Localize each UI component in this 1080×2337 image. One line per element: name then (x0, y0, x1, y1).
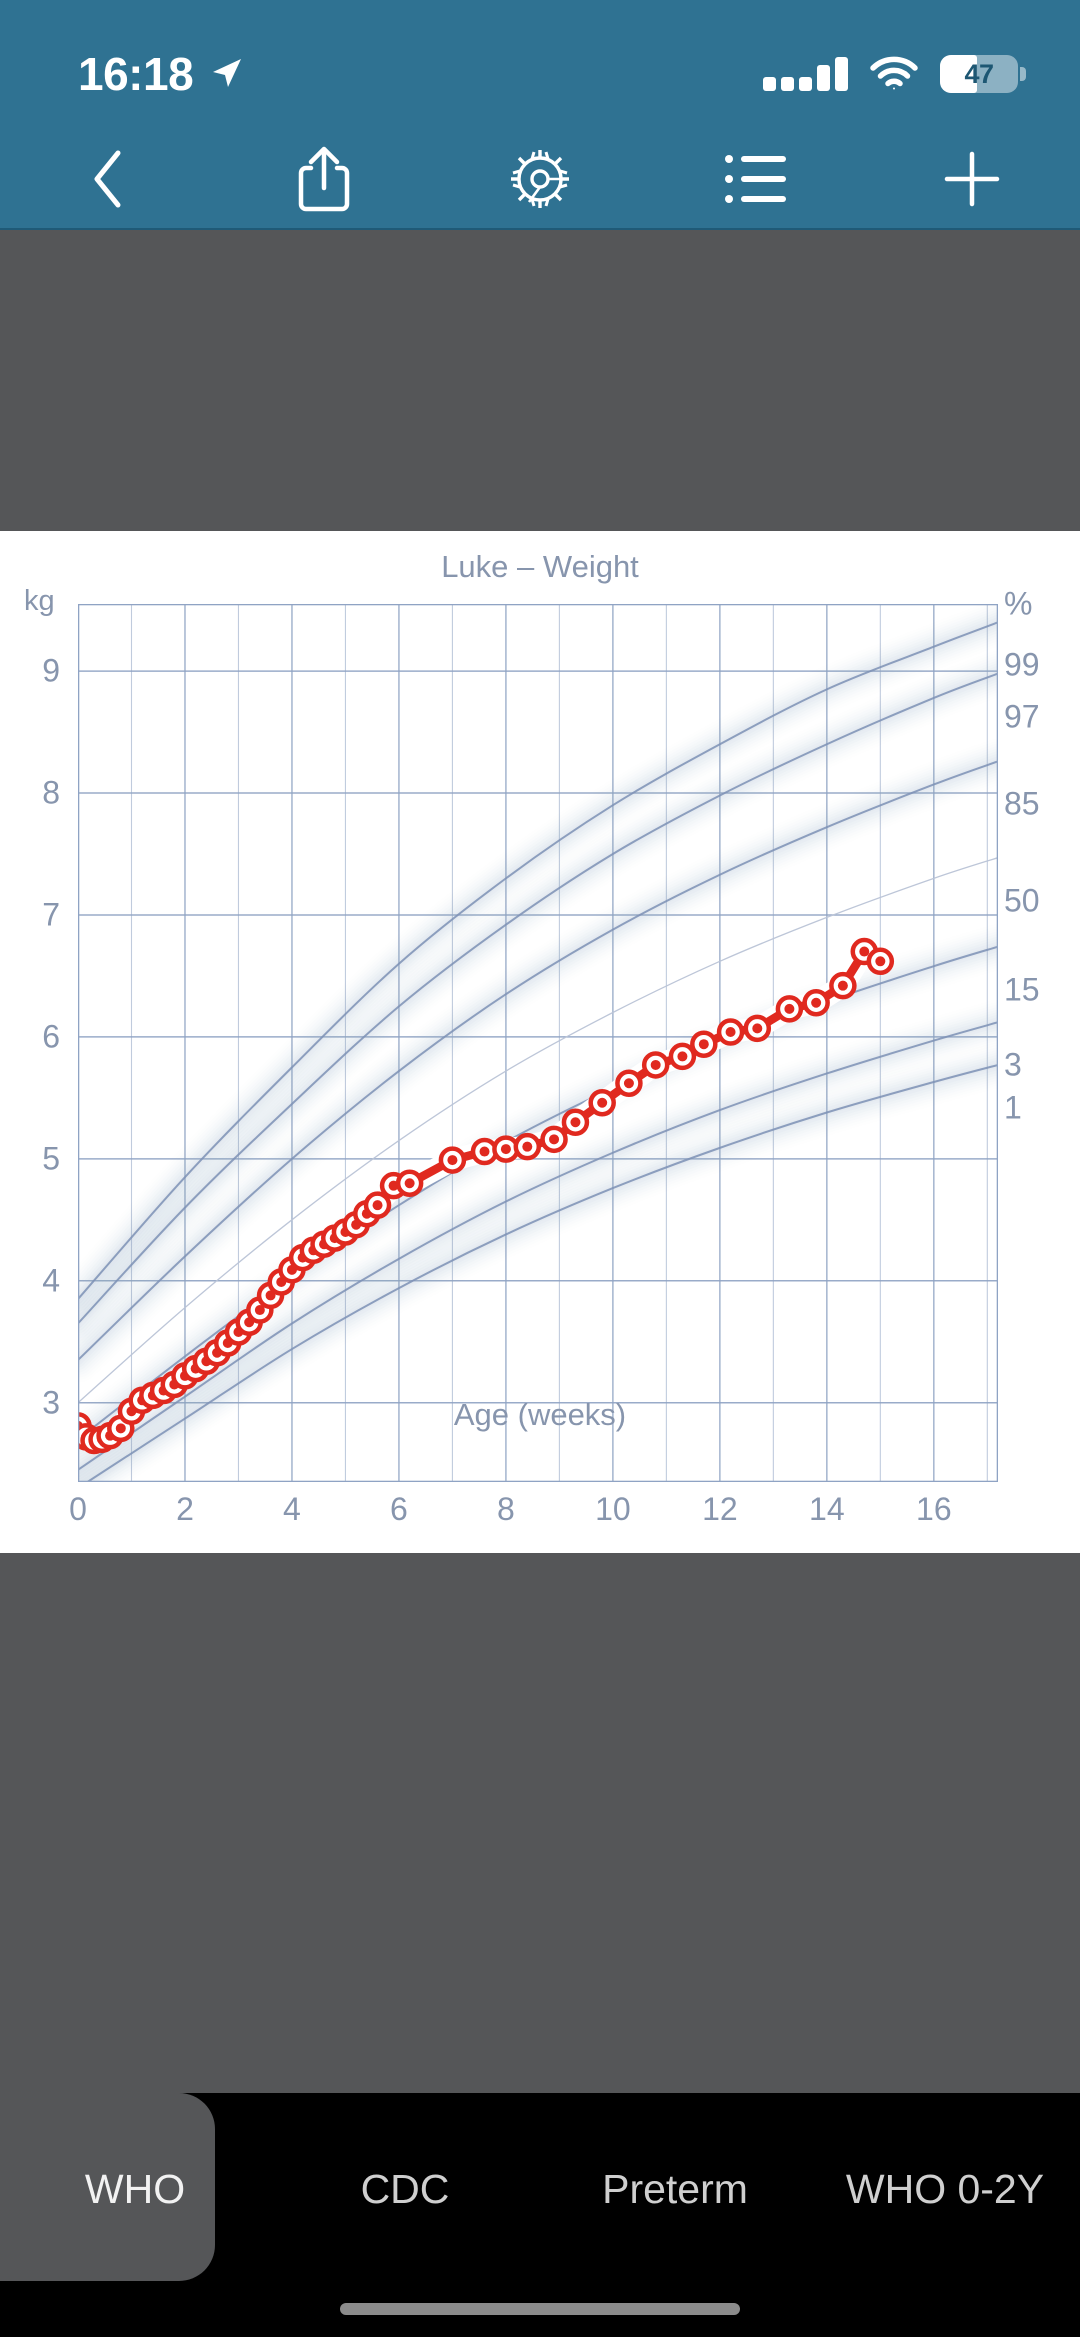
percentile-axis-label: % (1004, 585, 1033, 622)
add-button[interactable] (864, 129, 1080, 229)
x-axis-tick-labels: 0 2 4 6 8 10 12 14 16 (69, 1491, 998, 1537)
x-tick-12: 12 (702, 1491, 738, 1527)
settings-button[interactable] (432, 129, 648, 229)
tab-label: WHO 0-2Y (845, 2165, 1045, 2212)
tab-cdc[interactable]: CDC (270, 2129, 540, 2249)
y-axis-tick-labels: 3 4 5 6 7 8 9 (0, 604, 60, 1482)
x-tick-14: 14 (809, 1491, 845, 1527)
back-button[interactable] (0, 129, 216, 229)
growth-chart-svg (78, 604, 998, 1482)
gear-icon (511, 150, 569, 208)
y-tick-9: 9 (42, 652, 60, 689)
y-tick-3: 3 (42, 1384, 60, 1421)
growth-chart-card[interactable]: Luke – Weight kg Age (weeks) 3 4 5 6 7 8… (0, 531, 1080, 1553)
x-tick-6: 6 (390, 1491, 408, 1527)
status-bar-left: 16:18 (0, 47, 245, 101)
tab-label: CDC (360, 2165, 450, 2212)
percentile-label-97: 97 (1004, 698, 1040, 734)
battery-icon: 47 (940, 55, 1026, 93)
chevron-left-icon (94, 150, 121, 208)
status-bar: 16:18 47 (0, 0, 1080, 130)
y-tick-8: 8 (42, 774, 60, 811)
x-tick-0: 0 (69, 1491, 87, 1527)
list-button[interactable] (648, 129, 864, 229)
x-tick-16: 16 (916, 1491, 952, 1527)
percentile-tick-labels: % 99 97 85 50 15 3 1 (1004, 561, 1080, 1561)
chart-title: Luke – Weight (441, 549, 639, 584)
status-time: 16:18 (78, 48, 194, 100)
tab-label: Preterm (602, 2165, 748, 2212)
x-tick-4: 4 (283, 1491, 301, 1527)
percentile-label-99: 99 (1004, 646, 1040, 683)
x-axis-title: Age (weeks) (453, 1397, 627, 1432)
percentile-label-1: 1 (1004, 1089, 1022, 1126)
wifi-icon (870, 56, 918, 90)
x-tick-2: 2 (176, 1491, 194, 1527)
tab-label: WHO (84, 2165, 186, 2212)
y-tick-5: 5 (42, 1140, 60, 1177)
battery-level-label: 47 (964, 58, 994, 89)
plot-area[interactable] (78, 604, 998, 1482)
percentile-label-50: 50 (1004, 882, 1040, 919)
tab-who[interactable]: WHO (0, 2093, 270, 2281)
share-icon (298, 146, 350, 212)
chart-stage: Luke – Weight kg Age (weeks) 3 4 5 6 7 8… (0, 230, 1080, 2325)
x-tick-10: 10 (595, 1491, 631, 1527)
share-button[interactable] (216, 129, 432, 229)
status-bar-right: 47 (763, 55, 1026, 93)
percentile-label-15: 15 (1004, 971, 1040, 1008)
list-icon (725, 155, 786, 203)
x-tick-8: 8 (497, 1491, 515, 1527)
percentile-label-3: 3 (1004, 1046, 1022, 1083)
y-tick-4: 4 (42, 1262, 60, 1299)
nav-toolbar (0, 130, 1080, 230)
percentile-label-85: 85 (1004, 785, 1040, 822)
bottom-tab-bar: WHO CDC Preterm WHO 0-2Y (0, 2093, 1080, 2337)
y-tick-7: 7 (42, 896, 60, 933)
tab-row[interactable]: WHO CDC Preterm WHO 0-2Y (0, 2093, 1080, 2281)
location-arrow-icon (213, 59, 242, 87)
y-tick-6: 6 (42, 1018, 60, 1055)
cellular-bars-icon (763, 57, 848, 91)
plus-icon (944, 151, 1000, 207)
tab-who-0-2y[interactable]: WHO 0-2Y (810, 2129, 1080, 2249)
tab-preterm[interactable]: Preterm (540, 2129, 810, 2249)
home-indicator (340, 2303, 740, 2315)
